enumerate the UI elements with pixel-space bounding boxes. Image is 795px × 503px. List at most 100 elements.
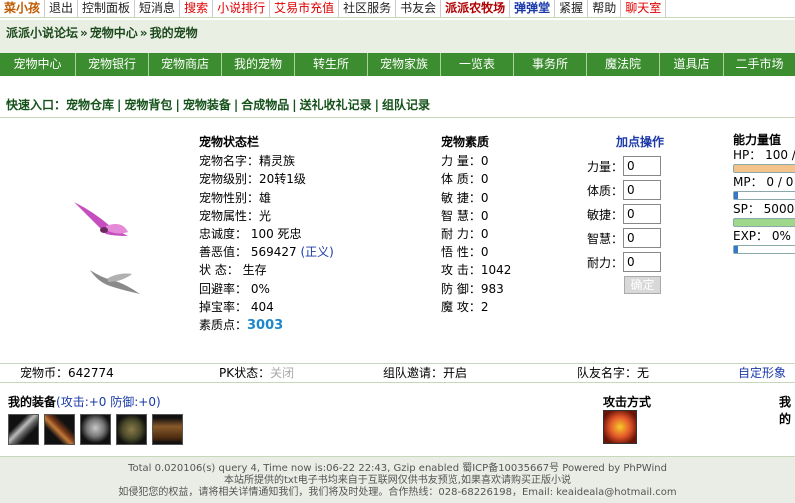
armor-icon[interactable]	[116, 414, 147, 445]
attr-wisdom: 智 慧：0	[441, 208, 489, 223]
equip-stat: (攻击:+0 防御:+0)	[56, 395, 161, 409]
toolbar-user[interactable]: 菜小孩	[0, 0, 46, 17]
pk-value: 关闭	[270, 366, 295, 380]
boots-icon[interactable]	[152, 414, 183, 445]
footer-stats: Total 0.020106(s) query 4, Time now is:0…	[128, 463, 667, 474]
nav-rebirth[interactable]: 转生所	[295, 53, 368, 76]
confirm-button[interactable]: 确定	[624, 276, 661, 294]
dagger-icon[interactable]	[44, 414, 75, 445]
toolbar-novel-rank[interactable]: 小说排行	[213, 0, 271, 17]
addop-input-agility[interactable]	[623, 204, 661, 224]
status-karma: 善恶值： 569427	[199, 245, 297, 260]
status-name: 宠物名字：精灵族	[199, 154, 296, 169]
breadcrumb-page: 我的宠物	[149, 26, 198, 40]
pet-coins: 宠物币：642774	[20, 366, 114, 380]
attr-endurance: 耐 力：0	[441, 227, 489, 242]
addop-input-constitution[interactable]	[623, 180, 661, 200]
nav-second-hand[interactable]: 二手市场	[724, 53, 795, 76]
toolbar-chat[interactable]: 聊天室	[621, 0, 667, 17]
fire-attack-icon[interactable]	[603, 410, 637, 444]
addop-input-endurance[interactable]	[623, 252, 661, 272]
status-points: 3003	[247, 318, 284, 334]
addop-label-strength: 力量：	[586, 159, 623, 174]
breadcrumb-site[interactable]: 派派小说论坛	[6, 26, 78, 40]
toolbar-messages[interactable]: 短消息	[135, 0, 181, 17]
pet-image	[74, 202, 140, 294]
equipment-items	[8, 414, 188, 445]
nav-pet-shop[interactable]: 宠物商店	[149, 53, 222, 76]
nav-magic-hall[interactable]: 魔法院	[587, 53, 660, 76]
addop-input-strength[interactable]	[623, 156, 661, 176]
addop-input-wisdom[interactable]	[623, 228, 661, 248]
pet-nav: 宠物中心 宠物银行 宠物商店 我的宠物 转生所 宠物家族 一览表 事务所 魔法院…	[0, 53, 795, 76]
attr-constitution: 体 质：0	[441, 172, 489, 187]
quick-link-team-log[interactable]: 组队记录	[382, 98, 430, 112]
team-invite: 组队邀请：开启	[383, 366, 468, 380]
breadcrumb: 派派小说论坛» 宠物中心» 我的宠物	[0, 20, 795, 54]
attack-mode-label: 攻击方式	[603, 395, 652, 409]
quick-link-gift-log[interactable]: 送礼收礼记录	[300, 98, 372, 112]
attr-insight: 悟 性：0	[441, 245, 489, 260]
status-heading: 宠物状态栏	[199, 135, 260, 149]
nav-overview[interactable]: 一览表	[441, 53, 514, 76]
toolbar-book-club[interactable]: 书友会	[396, 0, 442, 17]
nav-my-pet[interactable]: 我的宠物	[222, 53, 295, 76]
addop-label-endurance: 耐力：	[586, 255, 623, 270]
nav-item-shop[interactable]: 道具店	[660, 53, 724, 76]
status-drop-rate: 掉宝率： 404	[199, 299, 274, 314]
toolbar-ddt[interactable]: 弹弹堂	[510, 0, 556, 17]
status-state: 状 态： 生存	[199, 263, 267, 278]
pk-label: PK状态：	[219, 366, 271, 380]
status-loyalty: 忠诚度： 100 死忠	[199, 227, 302, 242]
quick-link-warehouse[interactable]: 宠物仓库	[66, 98, 114, 112]
footer: Total 0.020106(s) query 4, Time now is:0…	[0, 456, 795, 503]
teammate-name: 队友名字：无	[577, 366, 650, 380]
custom-image-link[interactable]: 自定形象	[738, 364, 786, 382]
status-gender: 宠物性别：雄	[199, 190, 272, 205]
footer-notice: 本站所提供的txt电子书均来自于互联网仅供书友预览,如果喜欢请购买正版小说	[224, 475, 571, 486]
helmet-icon[interactable]	[80, 414, 111, 445]
attr-defense: 防 御：983	[441, 281, 504, 296]
footer-contact: 如侵犯您的权益，请将相关详情通知我们，我们将及时处理。合作热线：028-6822…	[118, 487, 677, 498]
toolbar-control-panel[interactable]: 控制面板	[78, 0, 136, 17]
my-label: 我的	[779, 395, 792, 426]
mp-bar	[733, 191, 795, 200]
addop-label-constitution: 体质：	[586, 183, 623, 198]
status-element: 宠物属性：光	[199, 208, 272, 223]
toolbar-logout[interactable]: 退出	[45, 0, 79, 17]
breadcrumb-sep-2: »	[139, 26, 148, 40]
toolbar-help[interactable]: 帮助	[588, 0, 622, 17]
exp-bar	[733, 245, 795, 254]
breadcrumb-section[interactable]: 宠物中心	[90, 26, 138, 40]
my-equipment: 我的装备(攻击:+0 防御:+0)	[8, 393, 161, 410]
nav-pet-bank[interactable]: 宠物银行	[76, 53, 149, 76]
quick-link-backpack[interactable]: 宠物背包	[124, 98, 172, 112]
hp-bar	[733, 164, 795, 173]
quick-link-equipment[interactable]: 宠物装备	[183, 98, 231, 112]
quick-label: 快速入口：	[6, 98, 67, 112]
mp-text: MP： 0 / 0	[733, 175, 794, 189]
pet-status: 宠物状态栏 宠物名字：精灵族 宠物级别：20转1级 宠物性别：雄 宠物属性：光 …	[199, 133, 334, 335]
nav-pet-center[interactable]: 宠物中心	[0, 53, 76, 76]
ability-heading: 能力量值	[733, 133, 782, 147]
toolbar-jinwo[interactable]: 紧握	[555, 0, 589, 17]
toolbar-farm[interactable]: 派派农牧场	[441, 0, 511, 17]
breadcrumb-sep: »	[80, 26, 88, 40]
addop-heading: 加点操作	[615, 135, 664, 149]
hp-text: HP： 100 /	[733, 148, 795, 162]
exp-text: EXP： 0%	[733, 229, 791, 243]
toolbar-search[interactable]: 搜索	[180, 0, 214, 17]
attr-strength: 力 量：0	[441, 154, 489, 169]
sword-icon[interactable]	[8, 414, 39, 445]
attrs-heading: 宠物素质	[441, 135, 490, 149]
add-points-panel: 加点操作 力量： 体质： 敏捷： 智慧： 耐力： 确定	[585, 133, 680, 294]
addop-label-agility: 敏捷：	[586, 207, 623, 222]
nav-pet-family[interactable]: 宠物家族	[368, 53, 441, 76]
quick-link-combine[interactable]: 合成物品	[241, 98, 289, 112]
toolbar-community[interactable]: 社区服务	[339, 0, 397, 17]
nav-office[interactable]: 事务所	[514, 53, 587, 76]
sp-text: SP： 5000	[733, 202, 795, 216]
toolbar-recharge[interactable]: 艾易市充值	[270, 0, 340, 17]
status-level: 宠物级别：20转1级	[199, 172, 306, 187]
status-points-row: 素质点：3003	[199, 316, 334, 335]
